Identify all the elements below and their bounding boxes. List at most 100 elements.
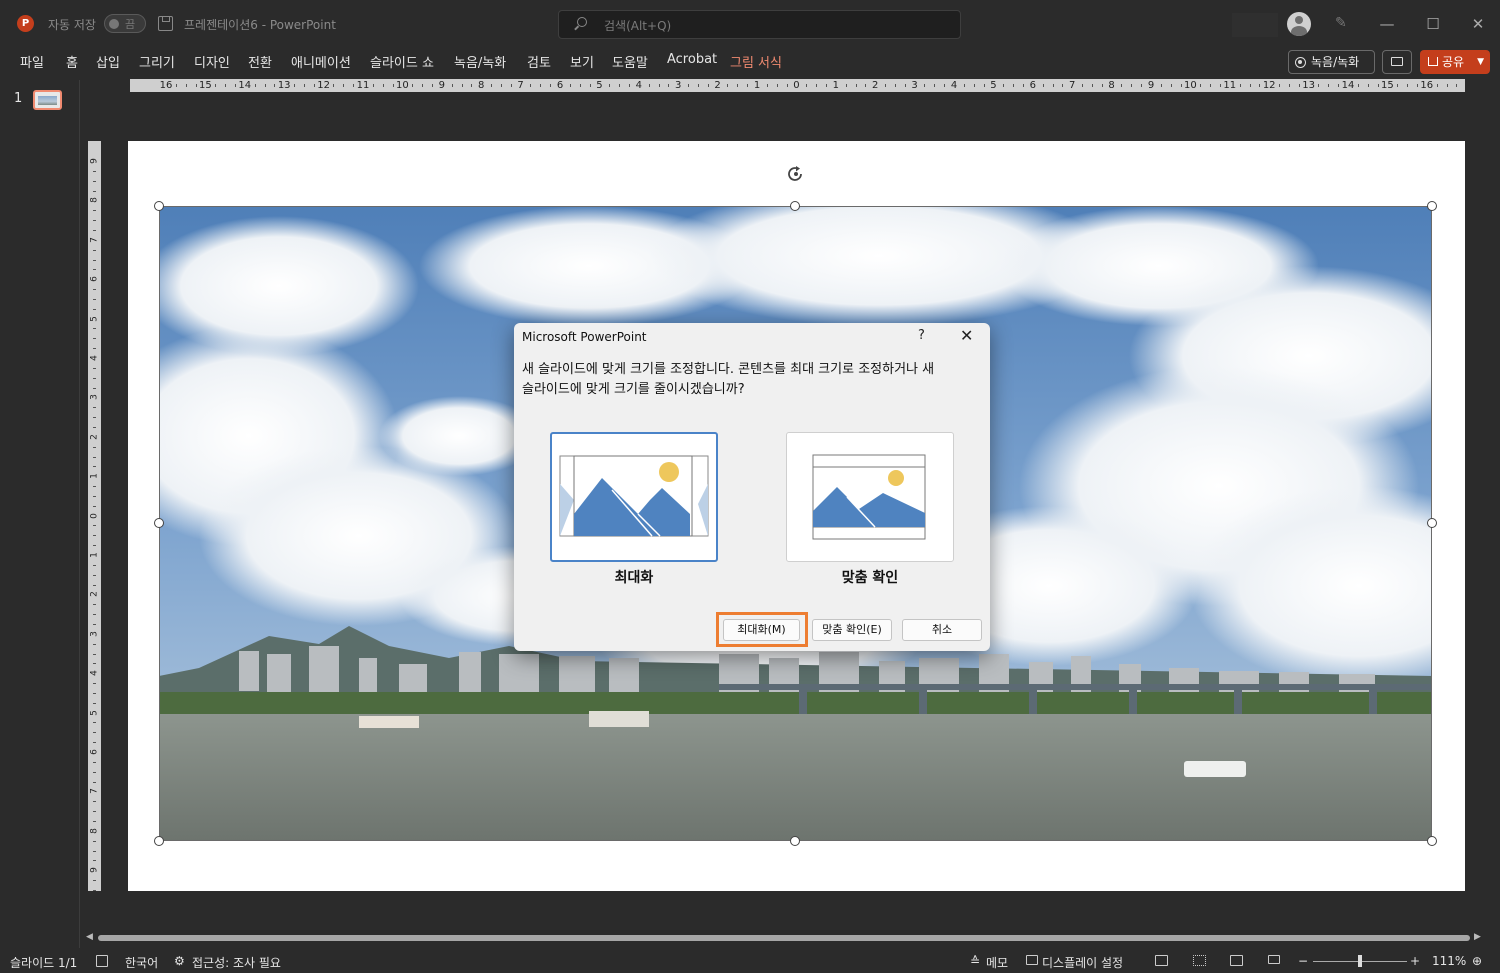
comments-button[interactable] xyxy=(1382,50,1412,74)
ruler-v-tick xyxy=(93,249,96,251)
ruler-h-label: 11 xyxy=(356,80,370,91)
slide-thumbnail[interactable] xyxy=(33,90,62,110)
tab-insert[interactable]: 삽입 xyxy=(96,52,120,71)
ruler-v-tick xyxy=(93,574,96,576)
ruler-h-tick xyxy=(1200,84,1202,87)
dialog-message: 새 슬라이드에 맞게 크기를 조정합니다. 콘텐츠를 최대 크기로 조정하거나 … xyxy=(522,362,935,397)
dialog-close-button[interactable]: ✕ xyxy=(960,326,973,345)
ruler-h-tick xyxy=(1062,84,1064,87)
ruler-h-tick xyxy=(313,84,315,87)
tab-animations[interactable]: 애니메이션 xyxy=(291,52,351,71)
close-window-button[interactable]: ✕ xyxy=(1463,10,1493,38)
save-icon[interactable] xyxy=(158,16,173,31)
ruler-h-tick xyxy=(254,84,256,87)
tab-view[interactable]: 보기 xyxy=(570,52,594,71)
autosave-toggle[interactable]: 끔 xyxy=(104,14,146,33)
tab-acrobat[interactable]: Acrobat xyxy=(667,52,717,67)
avatar[interactable] xyxy=(1287,12,1311,36)
resize-handle-bottom-left[interactable] xyxy=(154,836,164,846)
ruler-h-label: 12 xyxy=(1262,80,1276,91)
ruler-h-tick xyxy=(471,84,473,87)
ruler-h-label: 10 xyxy=(396,80,409,91)
tab-picture-format[interactable]: 그림 서식 xyxy=(730,52,782,71)
resize-handle-right[interactable] xyxy=(1427,518,1437,528)
slide-sorter-icon[interactable] xyxy=(1193,955,1206,966)
ruler-v-tick xyxy=(93,190,96,192)
resize-handle-top-right[interactable] xyxy=(1427,201,1437,211)
ruler-h-label: 11 xyxy=(1223,80,1237,91)
fit-slide-icon[interactable]: ⊕ xyxy=(1472,954,1482,968)
zoom-in-button[interactable]: + xyxy=(1410,954,1420,968)
resize-handle-bottom[interactable] xyxy=(790,836,800,846)
maximize-button[interactable]: ☐ xyxy=(1418,10,1448,38)
ruler-h-label: 16 xyxy=(1420,80,1434,91)
fit-button[interactable]: 맞춤 확인(E) xyxy=(812,619,892,641)
scroll-left-icon[interactable]: ◀ xyxy=(86,932,93,942)
ruler-h-tick xyxy=(1436,84,1438,87)
tab-draw[interactable]: 그리기 xyxy=(139,52,175,71)
ruler-h-tick xyxy=(225,84,227,87)
zoom-slider-thumb[interactable] xyxy=(1358,955,1362,967)
ruler-v-label: 9 xyxy=(89,867,100,874)
account-name[interactable] xyxy=(1232,13,1278,37)
zoom-level[interactable]: 111% xyxy=(1432,954,1466,968)
horizontal-ruler: 16 15 14 13 12 11 10 9 8 7 6 5 4 3 2 1 0 1 2 3 4 5 6 7 8 9 10 11 12 1… xyxy=(130,79,1465,92)
share-button[interactable]: 공유 ▼ xyxy=(1420,50,1490,74)
fit-option-card[interactable] xyxy=(786,432,954,562)
help-button[interactable]: ? xyxy=(918,328,925,343)
tab-slideshow[interactable]: 슬라이드 쇼 xyxy=(370,52,434,71)
tab-review[interactable]: 검토 xyxy=(527,52,551,71)
cancel-button[interactable]: 취소 xyxy=(902,619,982,641)
language[interactable]: 한국어 xyxy=(125,954,158,971)
scroll-right-icon[interactable]: ▶ xyxy=(1474,932,1481,942)
scroll-thumb[interactable] xyxy=(98,935,1470,941)
record-button[interactable]: 녹음/녹화 xyxy=(1288,50,1375,74)
ruler-h-label: 8 xyxy=(478,80,485,91)
ruler-h-tick xyxy=(1298,84,1300,87)
ruler-h-tick xyxy=(766,84,768,87)
ruler-v-label: 6 xyxy=(89,749,100,755)
resize-handle-top-left[interactable] xyxy=(154,201,164,211)
normal-view-icon[interactable] xyxy=(1155,955,1168,966)
ruler-h-label: 4 xyxy=(635,80,642,91)
ruler-h-tick xyxy=(294,84,296,87)
ruler-v-tick xyxy=(93,663,96,665)
tab-home[interactable]: 홈 xyxy=(66,52,78,71)
tab-design[interactable]: 디자인 xyxy=(194,52,230,71)
tab-transitions[interactable]: 전환 xyxy=(248,52,272,71)
ruler-h-tick xyxy=(1249,84,1251,87)
chevron-down-icon[interactable]: ▼ xyxy=(1477,50,1484,74)
ruler-v-tick xyxy=(93,338,96,340)
ruler-v-tick xyxy=(93,525,96,527)
slideshow-icon[interactable] xyxy=(1268,955,1280,964)
ruler-h-tick xyxy=(628,84,630,87)
notes-button[interactable]: 메모 xyxy=(986,954,1008,971)
tab-record[interactable]: 녹음/녹화 xyxy=(454,52,506,71)
tab-file[interactable]: 파일 xyxy=(20,52,44,71)
ruler-v-tick xyxy=(93,702,96,704)
display-settings-button[interactable]: 디스플레이 설정 xyxy=(1042,954,1123,971)
ruler-h-tick xyxy=(1141,84,1143,87)
ruler-h-tick xyxy=(569,84,571,87)
ruler-v-tick xyxy=(93,407,96,409)
record-icon xyxy=(1295,57,1306,68)
ruler-h-tick xyxy=(806,84,808,87)
maximize-option-card[interactable] xyxy=(550,432,718,562)
accessibility-status[interactable]: 접근성: 조사 필요 xyxy=(192,954,281,971)
ruler-h-label: 15 xyxy=(199,80,212,91)
search-input[interactable]: 검색(Alt+Q) xyxy=(558,10,961,39)
minimize-button[interactable]: — xyxy=(1372,10,1402,38)
ruler-v-tick xyxy=(93,811,96,813)
search-icon xyxy=(577,17,587,27)
resize-handle-bottom-right[interactable] xyxy=(1427,836,1437,846)
resize-handle-top[interactable] xyxy=(790,201,800,211)
spellcheck-icon[interactable] xyxy=(96,955,108,967)
resize-handle-left[interactable] xyxy=(154,518,164,528)
designer-pen-icon[interactable]: ✎ xyxy=(1335,15,1351,31)
horizontal-scrollbar[interactable]: ◀ ▶ xyxy=(84,932,1484,944)
ruler-h-tick xyxy=(1013,84,1015,87)
zoom-out-button[interactable]: − xyxy=(1298,954,1308,968)
rotate-icon[interactable] xyxy=(786,164,806,184)
tab-help[interactable]: 도움말 xyxy=(612,52,648,71)
reading-view-icon[interactable] xyxy=(1230,955,1243,966)
